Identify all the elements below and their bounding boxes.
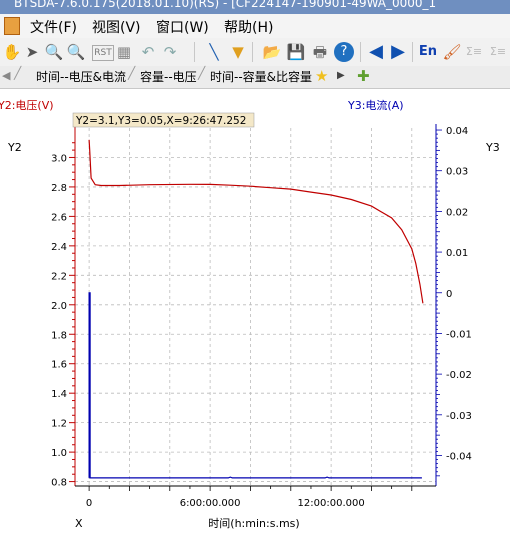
y2-tick-label: 1.8 [51,330,67,341]
window-titlebar: BTSDA-7.6.0.175(2018.01.10)(RS) - [CF224… [0,0,510,14]
y3-tick-label: -0.02 [446,370,472,381]
undo-icon[interactable]: ↶ [138,42,158,62]
x-tick-label: 0 [86,498,92,509]
y2-tick-label: 0.8 [51,478,67,489]
language-icon[interactable]: En [418,42,438,62]
y2-tick-label: 2.6 [51,212,67,223]
grid-icon[interactable]: ▦ [114,42,134,62]
y3-tick-label: 0.03 [446,167,468,178]
y2-tick-label: 1.6 [51,360,67,371]
tab-time-capacity[interactable]: 时间--容量&比容量 [210,68,312,85]
y2-axis-name: Y2 [7,141,22,154]
help-icon[interactable]: ? [334,42,354,62]
add-tab-icon[interactable]: ✚ [357,67,370,85]
y2-tick-label: 2.4 [51,242,67,253]
y2-tick-label: 2.2 [51,271,67,282]
y3-tick-label: 0.04 [446,126,468,137]
stats2-icon[interactable]: Σ≡ [488,42,508,62]
y2-tick-label: 2.0 [51,301,67,312]
reset-icon[interactable]: RST [92,45,114,61]
toolbar-separator [194,42,195,62]
paint-icon[interactable]: 🖌 [442,42,462,62]
cursor-readout: Y2=3.1,Y3=0.05,X=9:26:47.252 [75,115,246,127]
y2-tick-label: 1.0 [51,448,67,459]
x-tick-label: 12:00:00.000 [298,498,365,509]
x-axis-label: 时间(h:min:s.ms) [208,517,299,530]
y2-tick-label: 3.0 [51,153,67,164]
y3-tick-label: -0.01 [446,329,472,340]
voltage-series-line [88,139,424,304]
y3-tick-label: -0.03 [446,411,472,422]
y2-tick-label: 1.4 [51,389,67,400]
toolbar: ✋ ➤ 🔍 🔍 RST ▦ ↶ ↷ ╲ ▼ 📂 💾 🖶 ? ◀ ▶ En 🖌 Σ… [0,38,510,67]
zoom-in-icon[interactable]: 🔍 [44,42,64,62]
y2-tick-label: 1.2 [51,419,67,430]
y3-tick-label: 0 [446,289,452,300]
series-group [88,139,424,479]
y3-tick-label: -0.04 [446,451,472,462]
axes-group: 3.0 2.8 2.6 2.4 2.2 2.0 1.8 1.6 1.4 1.2 1.0 0.8 0.04… [51,124,472,509]
zoom-out-icon[interactable]: 🔍 [66,42,86,62]
x-axis-name: X [75,517,83,530]
y2-axis-title: Y2:电压(V) [0,99,54,112]
menu-window[interactable]: 窗口(W) [156,17,209,37]
tab-capacity-voltage[interactable]: 容量--电压 [140,68,197,85]
arrow-right-icon[interactable]: ▶ [388,42,408,62]
grid-lines [75,128,436,486]
current-series-line [88,292,422,479]
y3-axis-name: Y3 [485,141,500,154]
star-icon[interactable]: ★ [315,67,328,85]
arrow-left-icon[interactable]: ◀ [366,42,386,62]
toolbar-separator [252,42,253,62]
print-icon[interactable]: 🖶 [310,42,330,62]
window-title: BTSDA-7.6.0.175(2018.01.10)(RS) - [CF224… [14,0,437,10]
menu-file[interactable]: 文件(F) [30,17,77,37]
toolbar-separator [412,42,413,62]
stats-icon[interactable]: Σ≡ [464,42,484,62]
save-icon[interactable]: 💾 [286,42,306,62]
menu-help[interactable]: 帮助(H) [224,17,273,37]
line-tool-icon[interactable]: ╲ [204,42,224,62]
toolbar-separator [360,42,361,62]
redo-icon[interactable]: ↷ [160,42,180,62]
pointer-icon[interactable]: ➤ [22,42,42,62]
tab-scroll-right-icon[interactable]: ▶ [337,70,345,81]
filter-icon[interactable]: ▼ [228,42,248,62]
y3-tick-label: 0.02 [446,207,468,218]
app-menu-icon[interactable] [4,17,20,35]
tab-time-voltage-current[interactable]: 时间--电压&电流 [36,68,126,85]
open-folder-icon[interactable]: 📂 [262,42,282,62]
hand-icon[interactable]: ✋ [2,42,22,62]
y2-tick-label: 2.8 [51,183,67,194]
menu-view[interactable]: 视图(V) [92,17,141,37]
chart-area[interactable]: 3.0 2.8 2.6 2.4 2.2 2.0 1.8 1.6 1.4 1.2 1.0 0.8 0.04… [0,90,510,538]
x-tick-label: 6:00:00.000 [180,498,241,509]
y3-axis-title: Y3:电流(A) [347,98,404,112]
tab-scroll-left-icon[interactable]: ◀ [2,69,10,82]
menu-bar: 文件(F) 视图(V) 窗口(W) 帮助(H) [0,14,510,38]
tab-bar: ◀ ╱ 时间--电压&电流 ╱ 容量--电压 ╱ 时间--容量&比容量 ★ ▶ … [0,66,510,89]
y3-tick-label: 0.01 [446,248,468,259]
